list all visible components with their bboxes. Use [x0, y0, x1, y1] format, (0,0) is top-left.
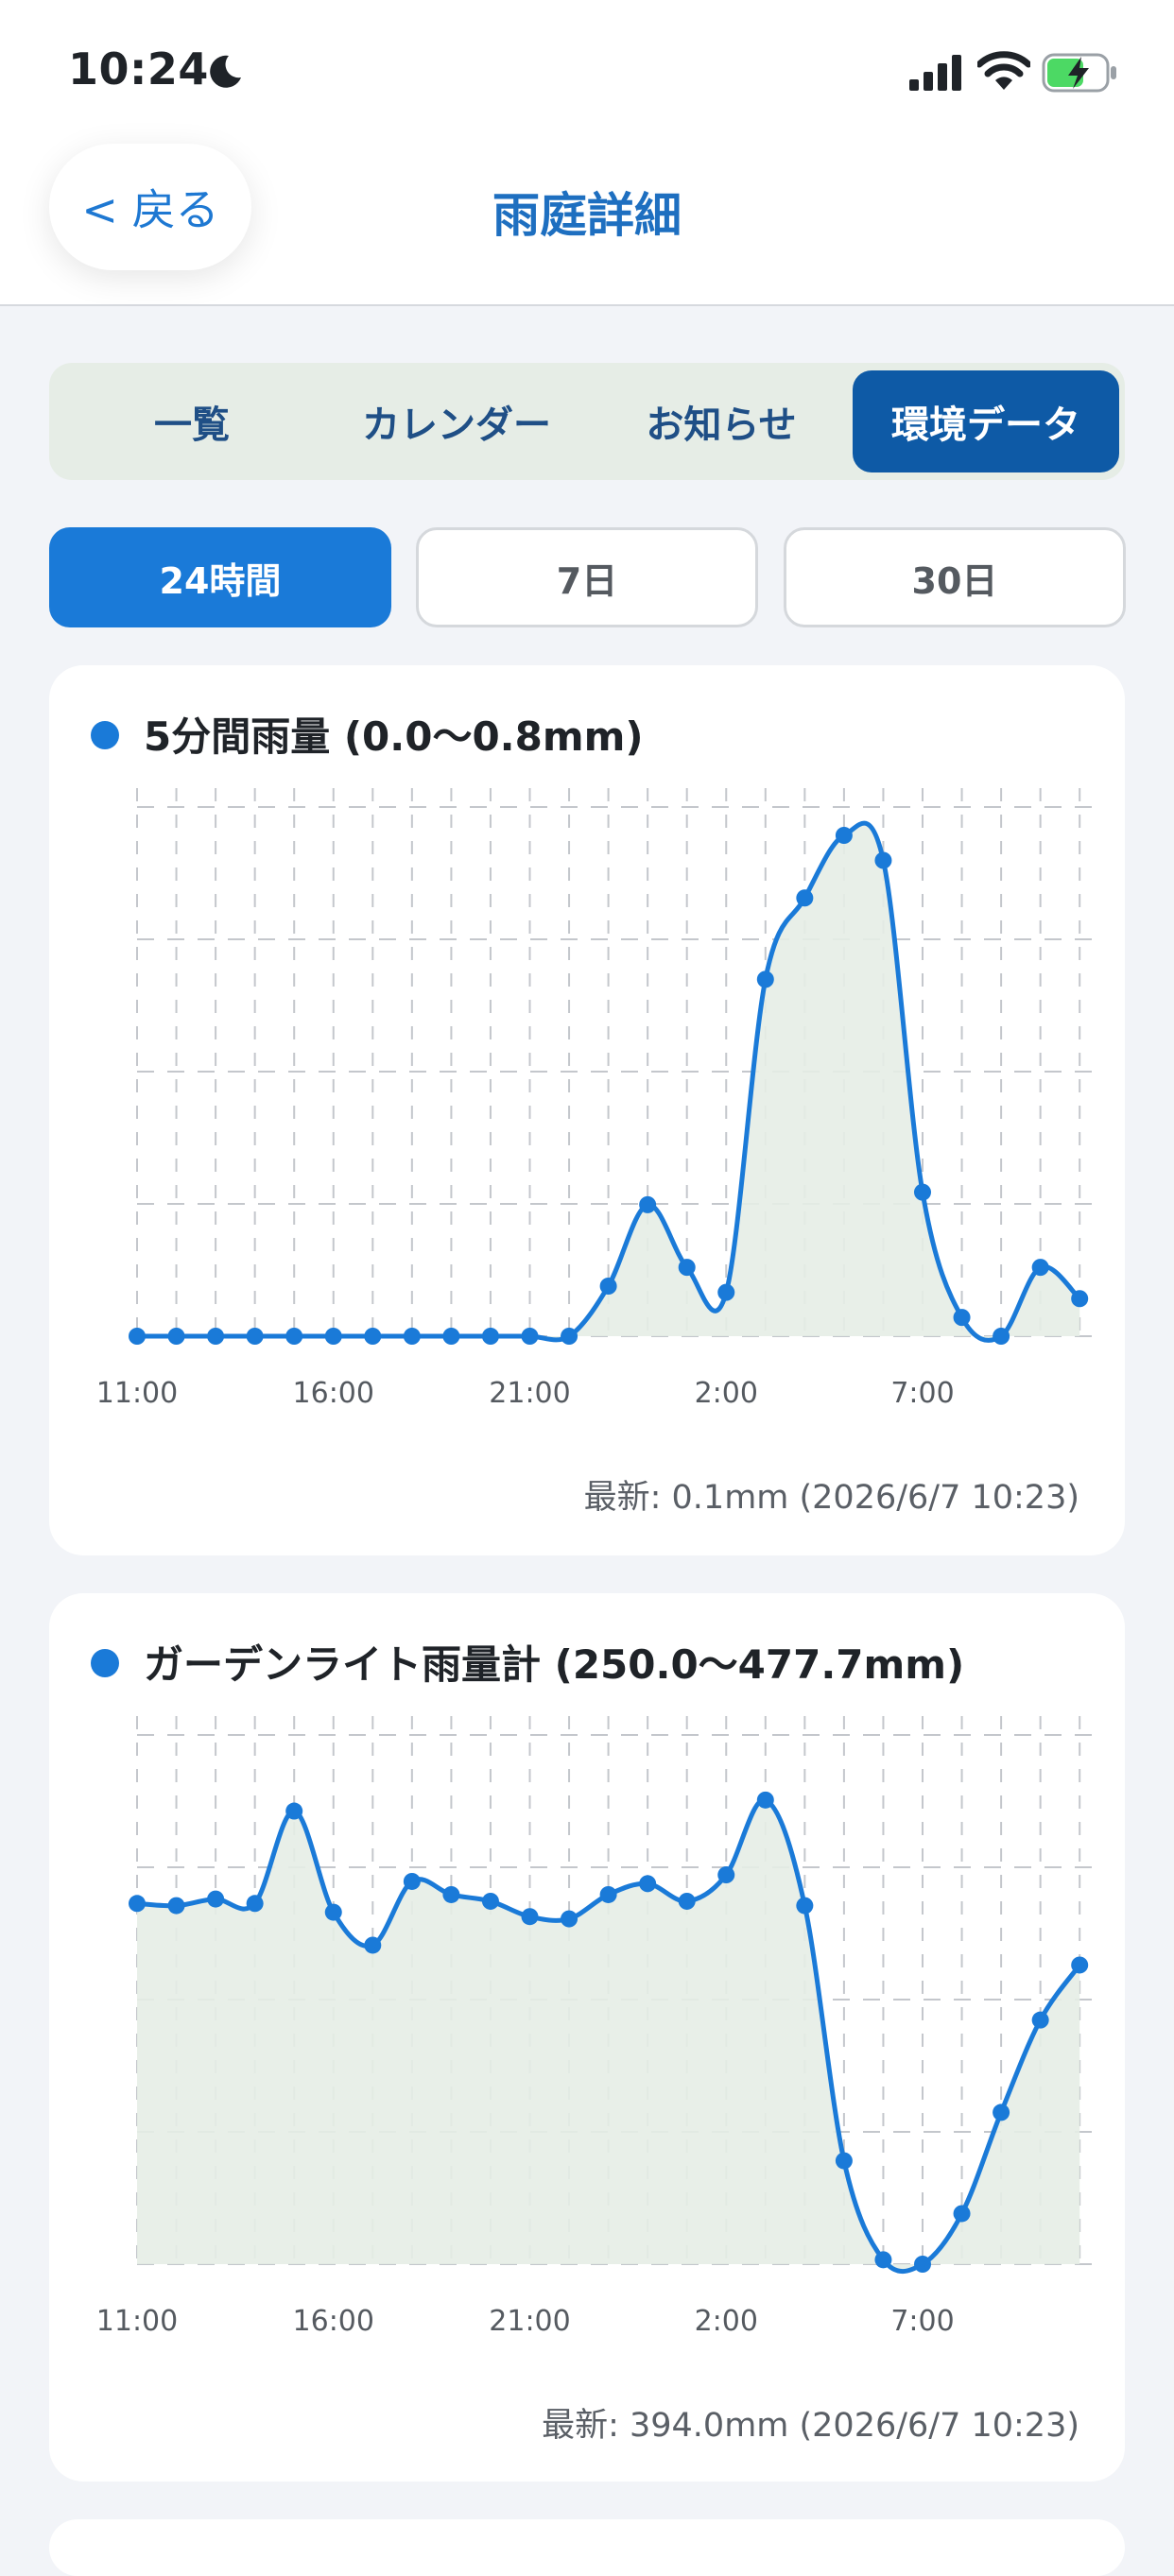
data-point: [678, 1892, 696, 1910]
data-point: [167, 1328, 185, 1345]
wifi-icon: [977, 51, 1030, 90]
tab-bar: 一覧 カレンダー お知らせ 環境データ: [49, 363, 1125, 480]
data-point: [639, 1195, 657, 1213]
range-7d-button[interactable]: 7日: [416, 527, 758, 627]
page-title: 雨庭詳細: [492, 188, 682, 243]
x-tick-label: 11:00: [96, 2305, 178, 2338]
data-point: [442, 1328, 460, 1345]
status-time: 10:24: [68, 43, 209, 94]
data-point: [285, 1328, 303, 1345]
x-tick-label: 21:00: [489, 2305, 570, 2338]
data-point: [364, 1328, 382, 1345]
data-point: [756, 1791, 774, 1809]
x-tick-label: 16:00: [293, 2305, 374, 2338]
data-point: [207, 1890, 225, 1908]
data-point: [246, 1895, 264, 1913]
x-tick-label: 11:00: [96, 1377, 178, 1410]
data-point: [521, 1908, 539, 1926]
data-point: [717, 1866, 735, 1884]
garden-light-gauge-card: ガーデンライト雨量計 (250.0〜477.7mm) 11:00 16:00 21:…: [49, 1593, 1125, 2482]
rain-5min-card: 5分間雨量 (0.0〜0.8mm) 11:00 16:00 21:00 2:00 7:0…: [49, 665, 1125, 1555]
tab-notices[interactable]: お知らせ: [588, 370, 855, 472]
data-point: [914, 2256, 931, 2273]
data-point: [756, 970, 774, 988]
moon-icon: [210, 55, 241, 88]
data-point: [1071, 1290, 1089, 1308]
data-point: [796, 889, 814, 907]
data-point: [874, 851, 892, 869]
tab-environment-data[interactable]: 環境データ: [853, 370, 1119, 472]
data-point: [1071, 1956, 1089, 1974]
x-tick-label: 2:00: [695, 1377, 758, 1410]
top-bar: 10:24 < 戻る 雨庭詳細: [0, 0, 1174, 306]
data-point: [914, 1183, 931, 1201]
x-tick-label: 2:00: [695, 2305, 758, 2338]
latest-reading: 最新: 394.0mm (2026/6/7 10:23): [542, 2407, 1079, 2445]
x-tick-label: 7:00: [890, 2305, 954, 2338]
tab-calendar[interactable]: カレンダー: [323, 370, 590, 472]
data-point: [835, 827, 853, 844]
x-tick-label: 21:00: [489, 1377, 570, 1410]
data-point: [481, 1328, 499, 1345]
data-point: [993, 2104, 1010, 2121]
data-point: [324, 1903, 342, 1921]
battery-icon: [1042, 53, 1116, 93]
data-point: [442, 1885, 460, 1903]
data-point: [403, 1328, 421, 1345]
data-point: [521, 1328, 539, 1345]
garden-light-gauge-chart: 11:00 16:00 21:00 2:00 7:00: [96, 1716, 1100, 2338]
data-point: [324, 1328, 342, 1345]
data-point: [599, 1885, 617, 1903]
data-point: [364, 1936, 382, 1954]
data-point: [796, 1897, 814, 1915]
data-point: [599, 1278, 617, 1295]
range-30d-button[interactable]: 30日: [784, 527, 1126, 627]
series-area: [137, 1799, 1080, 2272]
data-point: [561, 1910, 578, 1928]
tab-list[interactable]: 一覧: [59, 370, 325, 472]
data-point: [835, 2152, 853, 2170]
data-point: [481, 1892, 499, 1910]
data-point: [403, 1872, 421, 1890]
data-point: [129, 1895, 146, 1913]
data-point: [207, 1328, 225, 1345]
data-point: [639, 1875, 657, 1893]
data-point: [874, 2251, 892, 2269]
data-point: [246, 1328, 264, 1345]
data-point: [953, 1309, 971, 1327]
data-point: [678, 1259, 696, 1277]
data-point: [285, 1802, 303, 1820]
rain-5min-chart: 11:00 16:00 21:00 2:00 7:00: [96, 788, 1100, 1410]
data-point: [129, 1328, 146, 1345]
range-24h-button[interactable]: 24時間: [49, 527, 391, 627]
latest-reading: 最新: 0.1mm (2026/6/7 10:23): [583, 1479, 1079, 1517]
data-point: [953, 2205, 971, 2223]
x-tick-label: 16:00: [293, 1377, 374, 1410]
data-point: [1031, 1259, 1049, 1277]
data-point: [561, 1328, 578, 1345]
data-point: [717, 1283, 735, 1301]
data-point: [1031, 2011, 1049, 2029]
data-point: [167, 1897, 185, 1915]
signal-icon: [909, 55, 961, 91]
next-card: [49, 2519, 1125, 2576]
data-point: [993, 1328, 1010, 1345]
x-tick-label: 7:00: [890, 1377, 954, 1410]
